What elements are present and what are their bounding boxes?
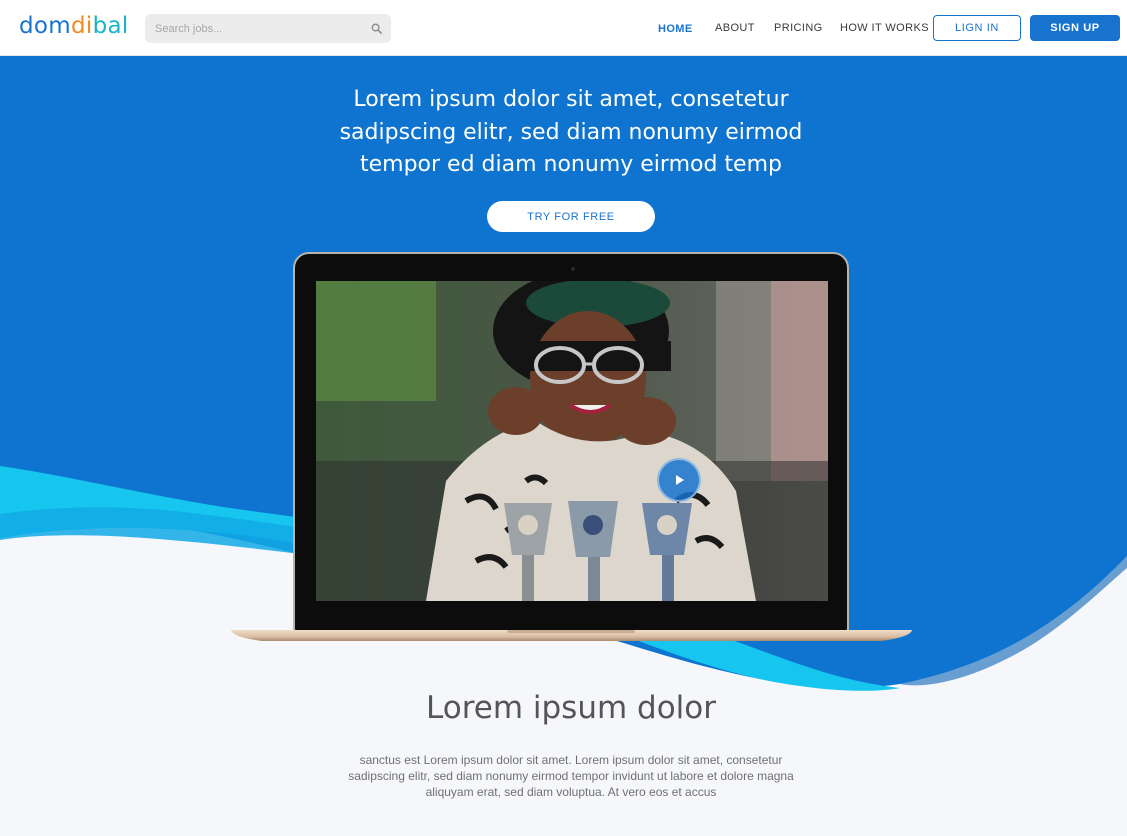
nav-pricing[interactable]: PRICING [774,22,823,34]
nav-home[interactable]: HOME [658,23,693,35]
logo-part-dom: dom [19,13,71,39]
logo-part-di: di [70,13,93,39]
feature-heading: Lorem ipsum dolor [426,690,716,726]
laptop-base [231,630,912,641]
top-navbar: domdibal HOME ABOUT PRICING HOW IT WORKS… [0,0,1127,56]
search-input[interactable] [145,14,365,43]
camera-dot [571,267,575,271]
laptop-screen [293,252,849,632]
logo-part-bal: bal [92,13,129,39]
video-thumbnail-image [316,281,828,601]
play-icon [676,475,684,485]
play-button[interactable] [657,458,701,502]
brand-logo[interactable]: domdibal [19,13,129,39]
login-button[interactable]: LIGN IN [933,15,1021,41]
try-for-free-button[interactable]: TRY FOR FREE [487,201,655,232]
search-box [145,14,391,43]
feature-description: sanctus est Lorem ipsum dolor sit amet. … [348,753,794,799]
nav-how-it-works[interactable]: HOW IT WORKS [840,22,929,34]
laptop-mockup [231,252,912,644]
nav-about[interactable]: ABOUT [715,22,755,34]
video-player[interactable] [316,281,828,601]
signup-button[interactable]: SIGN UP [1030,15,1120,41]
hero-headline: Lorem ipsum dolor sit amet, consetetur s… [339,87,803,177]
search-icon[interactable] [371,23,382,34]
